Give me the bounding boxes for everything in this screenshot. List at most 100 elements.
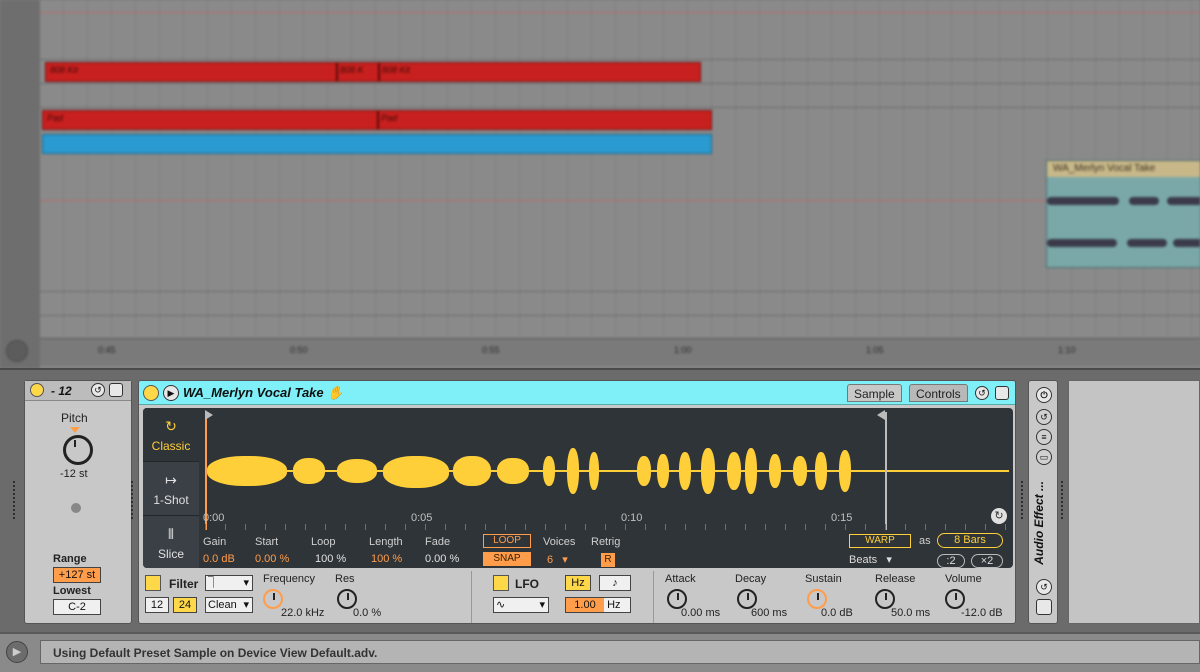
end-flag[interactable] — [877, 410, 885, 420]
midi-clip-808[interactable]: 808 Kit 808 K 808 Kit — [45, 62, 701, 82]
waveform-segment — [383, 456, 449, 488]
drag-handle[interactable] — [130, 480, 134, 520]
audio-clip-vocal[interactable]: WA_Merlyn Vocal Take — [1046, 160, 1200, 268]
loop-value[interactable]: 100 % — [315, 553, 346, 565]
play-icon[interactable]: ▶ — [163, 385, 179, 401]
start-flag[interactable] — [205, 410, 213, 420]
waveform-blob — [1167, 197, 1200, 205]
track-lane[interactable] — [40, 0, 1200, 60]
lfo-sync-button[interactable]: ♪ — [599, 575, 631, 591]
refresh-icon[interactable]: ↻ — [991, 508, 1007, 524]
mode-classic[interactable]: ↻ Classic — [143, 408, 199, 462]
play-icon[interactable]: ▶ — [6, 641, 28, 663]
arrangement-left-strip — [0, 0, 40, 368]
warp-length-field[interactable]: 8 Bars — [937, 533, 1003, 548]
drag-handle[interactable] — [12, 480, 16, 520]
start-value[interactable]: 0.00 % — [255, 553, 289, 565]
volume-knob[interactable] — [945, 589, 965, 609]
lfo-hz-button[interactable]: Hz — [565, 575, 591, 591]
arrangement-corner-button[interactable] — [6, 340, 28, 362]
device-activator[interactable] — [143, 385, 159, 401]
sample-end-marker[interactable] — [877, 410, 887, 530]
filter-circuit-select[interactable]: Clean ▾ — [205, 597, 253, 613]
loop-label: Loop — [311, 536, 336, 548]
track-lane[interactable] — [40, 292, 1200, 316]
playback-mode-selector: ↻ Classic ↦ 1-Shot ⦀ Slice — [143, 408, 199, 568]
tab-controls[interactable]: Controls — [909, 384, 968, 402]
length-value[interactable]: 100 % — [371, 553, 402, 565]
double-button[interactable]: ×2 — [971, 554, 1003, 568]
macro-dot[interactable] — [71, 503, 81, 513]
lowest-field[interactable]: C-2 — [53, 599, 101, 615]
retrig-button[interactable]: R — [601, 553, 615, 567]
waveform[interactable]: 0:00 0:05 0:10 0:15 — [201, 410, 1009, 530]
res-label: Res — [335, 573, 355, 585]
hot-swap-icon[interactable]: ↺ — [975, 386, 989, 400]
save-preset-icon[interactable] — [995, 386, 1009, 400]
ruler-tick: 1:05 — [866, 345, 884, 355]
device-activator[interactable] — [30, 383, 44, 397]
lfo-rate-field[interactable]: 1.00 Hz — [565, 597, 631, 613]
res-knob[interactable] — [337, 589, 357, 609]
range-field[interactable]: +127 st — [53, 567, 101, 583]
pitch-knob[interactable] — [63, 435, 93, 465]
chevron-down-icon: ▾ — [539, 599, 545, 611]
attack-knob[interactable] — [667, 589, 687, 609]
sample-display[interactable]: ↻ Classic ↦ 1-Shot ⦀ Slice 0:00 0:05 0:1… — [143, 408, 1013, 568]
frequency-knob[interactable] — [263, 589, 283, 609]
ruler-tick: 0:00 — [203, 512, 225, 524]
lfo-toggle[interactable] — [493, 575, 509, 591]
device-view: - 12 ↺ Pitch -12 st Range +127 st Lowest… — [0, 368, 1200, 632]
rack-title-bar[interactable]: - 12 ↺ — [25, 381, 131, 401]
loop-button[interactable]: LOOP — [483, 534, 531, 548]
fade-value[interactable]: 0.00 % — [425, 553, 459, 565]
hot-swap-icon[interactable]: ↺ — [1036, 579, 1052, 595]
filter-type-select[interactable]: ⏋ ▾ — [205, 575, 253, 591]
effect-chain-area[interactable] — [1068, 380, 1200, 624]
voices-value[interactable]: 6 ▾ — [547, 553, 568, 566]
waveform-segment — [745, 448, 757, 494]
power-icon[interactable]: ⏻ — [1036, 387, 1052, 403]
mode-one-shot[interactable]: ↦ 1-Shot — [143, 462, 199, 516]
simpler-title-bar[interactable]: ▶ WA_Merlyn Vocal Take ✋ Sample Controls… — [139, 381, 1015, 405]
waveform-segment — [657, 454, 669, 488]
save-preset-icon[interactable] — [1036, 599, 1052, 615]
mode-label: Classic — [151, 439, 191, 453]
warp-button[interactable]: WARP — [849, 534, 911, 548]
tab-sample[interactable]: Sample — [847, 384, 902, 402]
slope-24-button[interactable]: 24 — [173, 597, 197, 613]
drag-handle[interactable] — [1060, 480, 1064, 520]
audio-clip-blue[interactable] — [42, 134, 712, 154]
hot-swap-icon[interactable]: ↺ — [91, 383, 105, 397]
track-lane[interactable] — [40, 268, 1200, 292]
frequency-value: 22.0 kHz — [281, 607, 325, 619]
time-ruler[interactable]: 0:45 0:50 0:55 1:00 1:05 1:10 — [40, 338, 1200, 366]
lowpass-icon: ⏋ — [208, 577, 219, 589]
release-knob[interactable] — [875, 589, 895, 609]
chain-icon[interactable]: ▭ — [1036, 449, 1052, 465]
waveform-blob — [1047, 239, 1117, 247]
hot-swap-icon[interactable]: ↺ — [1036, 409, 1052, 425]
ruler-tick: 0:15 — [831, 512, 853, 524]
audio-effect-rack[interactable]: ⏻ ↺ ≡ ▭ Audio Effect ... ↺ — [1028, 380, 1058, 624]
snap-button[interactable]: SNAP — [483, 552, 531, 566]
warp-mode-select[interactable]: Beats ▾ — [849, 553, 892, 566]
loop-icon: ↻ — [165, 418, 177, 434]
chevron-down-icon: ▾ — [562, 554, 568, 566]
pitch-label: Pitch — [61, 411, 88, 425]
list-icon[interactable]: ≡ — [1036, 429, 1052, 445]
sustain-knob[interactable] — [807, 589, 827, 609]
midi-clip-pad[interactable]: Pad Pad — [42, 110, 712, 130]
mode-slice[interactable]: ⦀ Slice — [143, 516, 199, 568]
slope-12-button[interactable]: 12 — [145, 597, 169, 613]
waveform-center-line — [205, 470, 1009, 472]
filter-toggle[interactable] — [145, 575, 161, 591]
lfo-waveform-select[interactable]: ∿ ▾ — [493, 597, 549, 613]
decay-knob[interactable] — [737, 589, 757, 609]
gain-label: Gain — [203, 536, 227, 548]
drag-handle[interactable] — [1020, 480, 1024, 520]
halve-button[interactable]: :2 — [937, 554, 965, 568]
save-preset-icon[interactable] — [109, 383, 123, 397]
track-lane[interactable] — [40, 84, 1200, 108]
gain-value[interactable]: 0.0 dB — [203, 553, 235, 565]
